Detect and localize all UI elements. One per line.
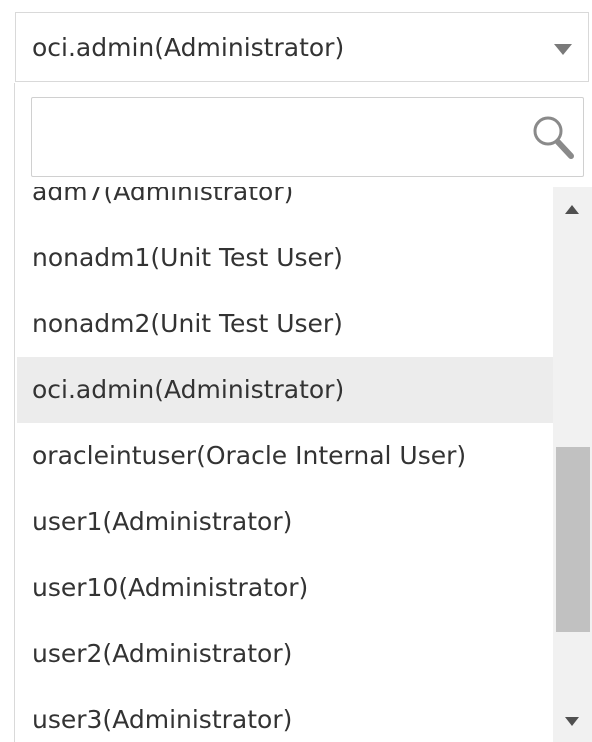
scrollbar-thumb[interactable] [556,447,590,632]
list-item[interactable]: oci.admin(Administrator) [17,357,553,423]
selected-user-value: oci.admin(Administrator) [32,33,345,62]
scroll-down-arrow-icon[interactable] [565,717,579,726]
list-item[interactable]: adm7(Administrator) [17,187,553,225]
list-item[interactable]: nonadm2(Unit Test User) [17,291,553,357]
list-item[interactable]: user10(Administrator) [17,555,553,621]
dropdown-panel: adm7(Administrator) nonadm1(Unit Test Us… [14,83,592,742]
scrollbar[interactable] [553,187,592,742]
list-item[interactable]: oracleintuser(Oracle Internal User) [17,423,553,489]
user-list: adm7(Administrator) nonadm1(Unit Test Us… [17,187,592,742]
list-item[interactable]: nonadm1(Unit Test User) [17,225,553,291]
search-icon[interactable] [531,114,575,160]
user-select-page: oci.admin(Administrator) adm7(Administra… [0,0,592,742]
search-input[interactable] [31,97,584,177]
chevron-down-icon[interactable] [554,44,572,55]
list-item[interactable]: user1(Administrator) [17,489,553,555]
user-list-items: adm7(Administrator) nonadm1(Unit Test Us… [17,187,553,742]
list-item[interactable]: user2(Administrator) [17,621,553,687]
list-item[interactable]: user3(Administrator) [17,687,553,742]
scroll-up-arrow-icon[interactable] [565,205,579,214]
user-select-dropdown[interactable]: oci.admin(Administrator) [15,12,589,82]
